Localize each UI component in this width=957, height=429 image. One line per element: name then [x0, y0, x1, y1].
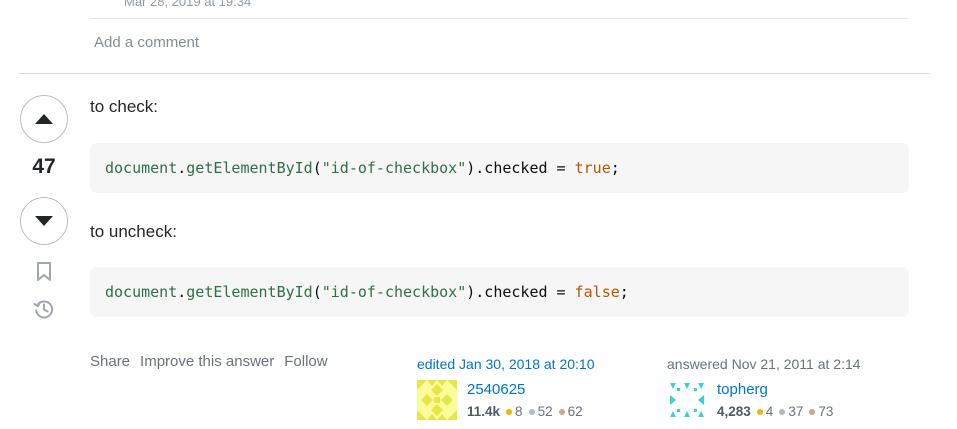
answer-text-check: to check: — [90, 97, 159, 116]
editor-name-link[interactable]: 2540625 — [467, 381, 525, 398]
code-token: . — [177, 283, 187, 301]
silver-badge-icon — [528, 408, 535, 415]
silver-badges: 37 — [779, 404, 803, 419]
add-comment-link[interactable]: Add a comment — [94, 34, 199, 51]
gold-badge-count: 4 — [765, 404, 774, 419]
follow-link[interactable]: Follow — [284, 353, 327, 370]
bronze-badge-icon — [558, 408, 565, 415]
code-token: ; — [619, 283, 629, 301]
gold-badges: 4 — [756, 404, 774, 419]
activity-history-button[interactable] — [33, 298, 55, 320]
code-token: ( — [312, 159, 322, 177]
bronze-badge-count: 62 — [567, 404, 583, 419]
history-icon — [33, 300, 54, 319]
code-token: "id-of-checkbox" — [321, 283, 467, 301]
edited-timestamp-link[interactable]: edited Jan 30, 2018 at 20:10 — [417, 356, 594, 372]
author-avatar[interactable] — [667, 380, 707, 420]
previous-comment: Mar 28, 2019 at 19:34 — [90, 0, 908, 19]
share-link[interactable]: Share — [90, 353, 130, 370]
gold-badges: 8 — [506, 404, 523, 419]
code-token: getElementById — [186, 283, 313, 301]
post-actions: Share Improve this answer Follow — [90, 353, 328, 370]
code-token: false — [574, 283, 620, 301]
code-token: getElementById — [186, 159, 313, 177]
vote-count: 47 — [32, 155, 56, 178]
silver-badge-count: 52 — [537, 404, 553, 419]
bronze-badges: 62 — [558, 404, 583, 419]
code-token: "id-of-checkbox" — [321, 159, 467, 177]
identicon-avatar — [667, 380, 707, 420]
answered-timestamp: answered Nov 21, 2011 at 2:14 — [667, 356, 861, 372]
answer-text-uncheck: to uncheck: — [90, 222, 177, 241]
code-block-uncheck: document.getElementById("id-of-checkbox"… — [90, 267, 909, 317]
comment-timestamp[interactable]: Mar 28, 2019 at 19:34 — [124, 0, 251, 9]
reputation-score: 4,283 — [717, 404, 751, 419]
code-token: ).checked = — [466, 159, 575, 177]
code-token: document — [105, 283, 178, 301]
code-token: ( — [312, 283, 322, 301]
author-reputation: 4,283 4 37 73 — [717, 404, 839, 419]
editor-avatar[interactable] — [417, 380, 457, 420]
silver-badge-icon — [779, 408, 786, 415]
code-block-check: document.getElementById("id-of-checkbox"… — [90, 143, 909, 193]
bookmark-button[interactable] — [33, 261, 55, 283]
downvote-button[interactable] — [20, 197, 68, 245]
code-token: . — [177, 159, 187, 177]
answer-divider — [19, 73, 929, 74]
code-token: true — [574, 159, 611, 177]
editor-reputation: 11.4k 8 52 62 — [467, 404, 589, 419]
silver-badges: 52 — [528, 404, 553, 419]
author-name-link[interactable]: topherg — [717, 381, 768, 398]
code-token: ).checked = — [466, 283, 575, 301]
bronze-badges: 73 — [809, 404, 833, 419]
upvote-arrow-icon — [35, 114, 53, 124]
identicon-avatar — [417, 380, 457, 420]
bookmark-icon — [37, 262, 51, 281]
gold-badge-icon — [506, 408, 513, 415]
reputation-score: 11.4k — [467, 404, 501, 419]
bronze-badge-icon — [809, 408, 816, 415]
code-token: document — [105, 159, 178, 177]
improve-answer-link[interactable]: Improve this answer — [140, 353, 274, 370]
gold-badge-count: 8 — [515, 404, 523, 419]
code-token: ; — [610, 159, 620, 177]
bronze-badge-count: 73 — [818, 404, 834, 419]
downvote-arrow-icon — [35, 216, 53, 226]
silver-badge-count: 37 — [788, 404, 804, 419]
gold-badge-icon — [756, 408, 763, 415]
upvote-button[interactable] — [20, 95, 68, 143]
